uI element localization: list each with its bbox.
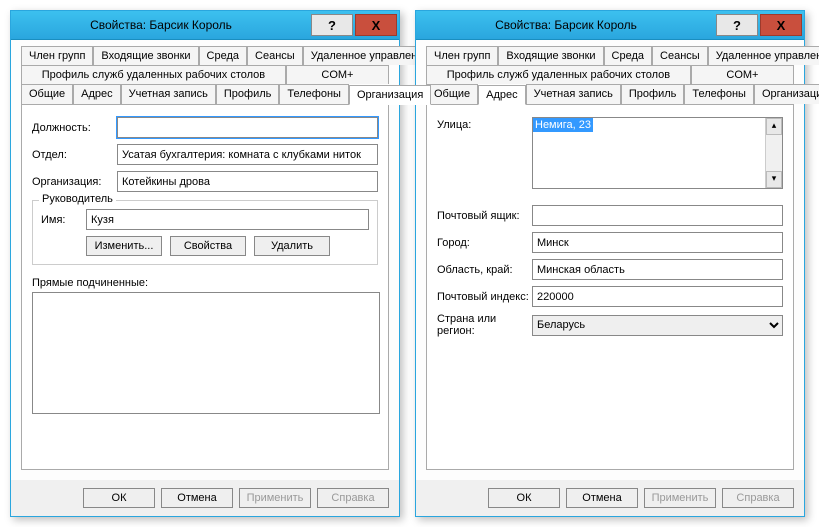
department-label: Отдел:: [32, 149, 117, 161]
help-button-footer[interactable]: Справка: [722, 488, 794, 508]
manager-delete-button[interactable]: Удалить: [254, 236, 330, 256]
tab-panel-organization: Должность: Отдел: Организация: Руководит…: [21, 105, 389, 470]
tab-com-plus[interactable]: COM+: [691, 65, 794, 84]
manager-properties-button[interactable]: Свойства: [170, 236, 246, 256]
titlebar[interactable]: Свойства: Барсик Король ? X: [11, 11, 399, 40]
position-label: Должность:: [32, 122, 117, 134]
apply-button[interactable]: Применить: [644, 488, 716, 508]
street-label: Улица:: [437, 117, 532, 131]
tabstrip: Член групп Входящие звонки Среда Сеансы …: [426, 46, 794, 105]
tab-address[interactable]: Адрес: [478, 85, 526, 105]
manager-name-input[interactable]: [86, 209, 369, 230]
tab-general[interactable]: Общие: [21, 84, 73, 104]
tab-environment[interactable]: Среда: [604, 46, 652, 65]
tab-general[interactable]: Общие: [426, 84, 478, 104]
tab-member-of[interactable]: Член групп: [426, 46, 498, 65]
tab-rdp-profile[interactable]: Профиль служб удаленных рабочих столов: [21, 65, 286, 84]
tab-incoming-calls[interactable]: Входящие звонки: [93, 46, 198, 65]
region-input[interactable]: [532, 259, 783, 280]
country-label: Страна или регион:: [437, 313, 532, 337]
direct-reports-label: Прямые подчиненные:: [32, 277, 378, 289]
tab-remote-control[interactable]: Удаленное управление: [708, 46, 819, 65]
street-textarea[interactable]: Немига, 23 ▴ ▾: [532, 117, 783, 189]
tab-rdp-profile[interactable]: Профиль служб удаленных рабочих столов: [426, 65, 691, 84]
manager-group-legend: Руководитель: [39, 193, 116, 205]
window-title: Свойства: Барсик Король: [416, 18, 716, 32]
department-input[interactable]: [117, 144, 378, 165]
position-input[interactable]: [117, 117, 378, 138]
dialog-footer: ОК Отмена Применить Справка: [416, 480, 804, 516]
tab-organization[interactable]: Организация: [349, 85, 431, 105]
ok-button[interactable]: ОК: [488, 488, 560, 508]
country-select[interactable]: Беларусь: [532, 315, 783, 336]
properties-dialog-org: Свойства: Барсик Король ? X Член групп В…: [10, 10, 400, 517]
tab-account[interactable]: Учетная запись: [121, 84, 216, 104]
scroll-up-icon[interactable]: ▴: [766, 118, 782, 135]
region-label: Область, край:: [437, 264, 532, 276]
company-input[interactable]: [117, 171, 378, 192]
close-button[interactable]: X: [355, 14, 397, 36]
tab-profile[interactable]: Профиль: [621, 84, 685, 104]
city-input[interactable]: [532, 232, 783, 253]
company-label: Организация:: [32, 176, 117, 188]
tab-member-of[interactable]: Член групп: [21, 46, 93, 65]
help-button-footer[interactable]: Справка: [317, 488, 389, 508]
pobox-input[interactable]: [532, 205, 783, 226]
tab-organization[interactable]: Организация: [754, 84, 819, 104]
manager-change-button[interactable]: Изменить...: [86, 236, 162, 256]
help-button[interactable]: ?: [311, 14, 353, 36]
titlebar[interactable]: Свойства: Барсик Король ? X: [416, 11, 804, 40]
tab-profile[interactable]: Профиль: [216, 84, 280, 104]
close-button[interactable]: X: [760, 14, 802, 36]
tab-incoming-calls[interactable]: Входящие звонки: [498, 46, 603, 65]
zip-input[interactable]: [532, 286, 783, 307]
tab-phones[interactable]: Телефоны: [279, 84, 349, 104]
cancel-button[interactable]: Отмена: [566, 488, 638, 508]
tab-com-plus[interactable]: COM+: [286, 65, 389, 84]
cancel-button[interactable]: Отмена: [161, 488, 233, 508]
tab-account[interactable]: Учетная запись: [526, 84, 621, 104]
apply-button[interactable]: Применить: [239, 488, 311, 508]
properties-dialog-address: Свойства: Барсик Король ? X Член групп В…: [415, 10, 805, 517]
manager-name-label: Имя:: [41, 214, 86, 226]
help-button[interactable]: ?: [716, 14, 758, 36]
ok-button[interactable]: ОК: [83, 488, 155, 508]
window-title: Свойства: Барсик Король: [11, 18, 311, 32]
tab-sessions[interactable]: Сеансы: [247, 46, 303, 65]
direct-reports-list[interactable]: [32, 292, 380, 414]
tabstrip: Член групп Входящие звонки Среда Сеансы …: [21, 46, 389, 105]
street-value: Немига, 23: [533, 118, 593, 132]
city-label: Город:: [437, 237, 532, 249]
tab-panel-address: Улица: Немига, 23 ▴ ▾ Почтовый ящик: Гор…: [426, 105, 794, 470]
tab-sessions[interactable]: Сеансы: [652, 46, 708, 65]
pobox-label: Почтовый ящик:: [437, 210, 532, 222]
street-scrollbar[interactable]: ▴ ▾: [765, 118, 782, 188]
zip-label: Почтовый индекс:: [437, 291, 532, 303]
manager-group: Руководитель Имя: Изменить... Свойства У…: [32, 200, 378, 265]
tab-environment[interactable]: Среда: [199, 46, 247, 65]
dialog-footer: ОК Отмена Применить Справка: [11, 480, 399, 516]
tab-phones[interactable]: Телефоны: [684, 84, 754, 104]
scroll-down-icon[interactable]: ▾: [766, 171, 782, 188]
tab-address[interactable]: Адрес: [73, 84, 121, 104]
